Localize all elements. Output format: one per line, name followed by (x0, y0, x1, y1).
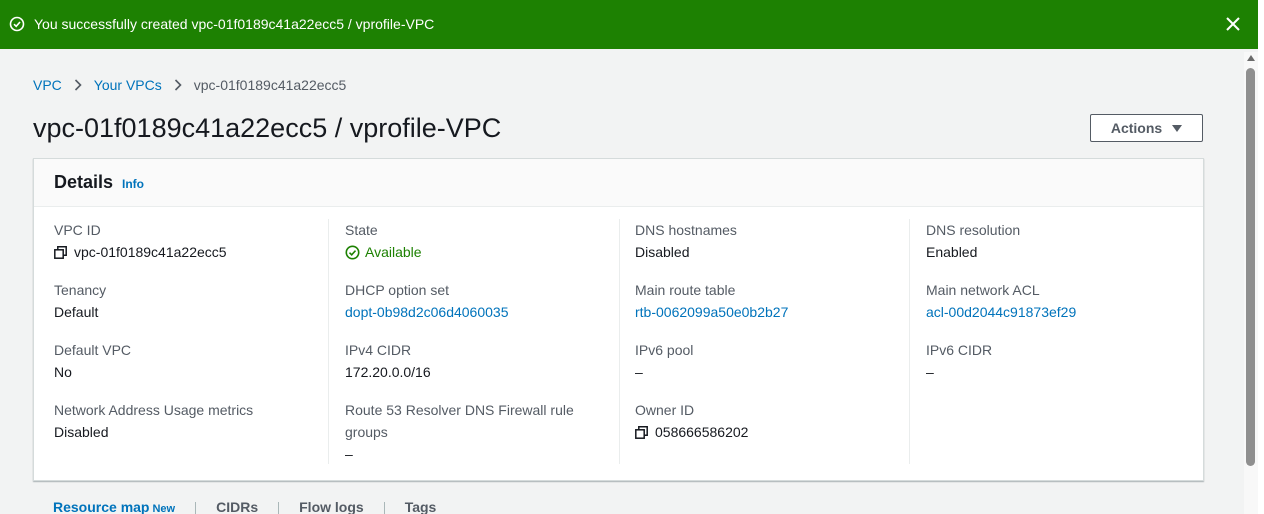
field-tenancy: Tenancy Default (54, 279, 106, 323)
main-network-acl-link[interactable]: acl-00d2044c91873ef29 (926, 301, 1076, 323)
field-value-row: 058666586202 (635, 421, 748, 443)
field-label: Main route table (635, 282, 736, 298)
tab-label: Flow logs (299, 499, 364, 514)
field-dns-resolution: DNS resolution Enabled (926, 219, 1020, 263)
field-value: Default (54, 304, 99, 320)
check-circle-icon (345, 245, 360, 259)
details-header: Details Info (34, 159, 1203, 207)
field-label: VPC ID (54, 222, 101, 238)
field-main-network-acl: Main network ACL acl-00d2044c91873ef29 (926, 279, 1076, 323)
details-panel: Details Info VPC ID vpc-01f0189c41a22ecc… (33, 158, 1204, 481)
window-edge (1258, 0, 1264, 514)
field-value: Available (365, 244, 422, 260)
field-value: Disabled (54, 424, 109, 440)
field-value: Disabled (635, 244, 690, 260)
field-value-row: vpc-01f0189c41a22ecc5 (54, 241, 227, 263)
field-label: Tenancy (54, 282, 107, 298)
scrollbar-thumb[interactable] (1246, 68, 1255, 466)
field-ipv6-cidr: IPv6 CIDR – (926, 339, 992, 383)
field-value: – (635, 364, 643, 380)
column-divider (328, 219, 329, 464)
field-owner-id: Owner ID 058666586202 (635, 399, 748, 443)
check-circle-icon (9, 16, 25, 32)
field-value: 058666586202 (655, 424, 749, 440)
field-ipv4-cidr: IPv4 CIDR 172.20.0.0/16 (345, 339, 431, 383)
field-label: DHCP option set (345, 282, 450, 298)
copy-icon[interactable] (635, 425, 648, 439)
field-dns-hostnames: DNS hostnames Disabled (635, 219, 737, 263)
status-available: Available (345, 241, 422, 263)
tab-resource-map[interactable]: Resource map New (33, 499, 195, 514)
breadcrumb-current: vpc-01f0189c41a22ecc5 (193, 77, 347, 93)
breadcrumb-vpc[interactable]: VPC (33, 77, 62, 93)
field-value: vpc-01f0189c41a22ecc5 (74, 244, 227, 260)
field-ipv6-pool: IPv6 pool – (635, 339, 693, 383)
field-label: IPv6 CIDR (926, 342, 993, 358)
details-title: Details (54, 172, 114, 192)
field-label-line-1: Route 53 Resolver DNS Firewall rule (345, 402, 574, 418)
dhcp-option-set-link[interactable]: dopt-0b98d2c06d4060035 (345, 301, 509, 323)
field-route53-resolver-firewall: Route 53 Resolver DNS Firewall rule grou… (345, 399, 574, 465)
field-main-route-table: Main route table rtb-0062099a50e0b2b27 (635, 279, 788, 323)
tab-tags[interactable]: Tags (385, 499, 457, 514)
tab-bar: Resource map New CIDRs Flow logs Tags (33, 499, 456, 514)
field-label: Owner ID (635, 402, 695, 418)
caret-down-icon (1172, 124, 1183, 132)
field-label: DNS resolution (926, 222, 1021, 238)
column-divider (909, 219, 910, 464)
breadcrumb: VPC Your VPCs vpc-01f0189c41a22ecc5 (33, 77, 346, 93)
column-divider (619, 219, 620, 464)
field-label-line-2: groups (345, 424, 388, 440)
field-network-address-usage: Network Address Usage metrics Disabled (54, 399, 253, 443)
tab-label: CIDRs (216, 499, 259, 514)
field-value: Enabled (926, 244, 978, 260)
actions-button-label: Actions (1110, 120, 1163, 136)
tab-flow-logs[interactable]: Flow logs (279, 499, 384, 514)
success-banner: You successfully created vpc-01f0189c41a… (0, 0, 1258, 49)
field-value: – (926, 364, 934, 380)
field-label: IPv4 CIDR (345, 342, 412, 358)
field-value: No (54, 364, 72, 380)
field-dhcp-option-set: DHCP option set dopt-0b98d2c06d4060035 (345, 279, 509, 323)
tab-cidrs[interactable]: CIDRs (196, 499, 278, 514)
field-label: State (345, 222, 378, 238)
field-state: State Available (345, 219, 422, 263)
field-label: Default VPC (54, 342, 132, 358)
info-link[interactable]: Info (122, 177, 144, 191)
breadcrumb-your-vpcs[interactable]: Your VPCs (94, 77, 162, 93)
chevron-right-icon (174, 79, 182, 91)
tab-label: Resource map (53, 499, 150, 514)
page-title: vpc-01f0189c41a22ecc5 / vprofile-VPC (33, 113, 502, 143)
scroll-up-arrow-icon[interactable] (1247, 55, 1255, 61)
field-label: DNS hostnames (635, 222, 737, 238)
field-value: – (345, 446, 353, 462)
field-label: Network Address Usage metrics (54, 402, 254, 418)
main-route-table-link[interactable]: rtb-0062099a50e0b2b27 (635, 301, 788, 323)
close-icon[interactable] (1224, 15, 1242, 33)
field-label: IPv6 pool (635, 342, 694, 358)
chevron-right-icon (74, 79, 82, 91)
tab-label: Tags (404, 499, 437, 514)
field-value: 172.20.0.0/16 (345, 364, 431, 380)
new-badge: New (152, 503, 176, 514)
banner-message: You successfully created vpc-01f0189c41a… (34, 16, 435, 32)
field-default-vpc: Default VPC No (54, 339, 131, 383)
copy-icon[interactable] (54, 245, 67, 259)
field-vpc-id: VPC ID vpc-01f0189c41a22ecc5 (54, 219, 227, 263)
actions-button[interactable]: Actions (1090, 114, 1203, 142)
field-label: Main network ACL (926, 282, 1040, 298)
